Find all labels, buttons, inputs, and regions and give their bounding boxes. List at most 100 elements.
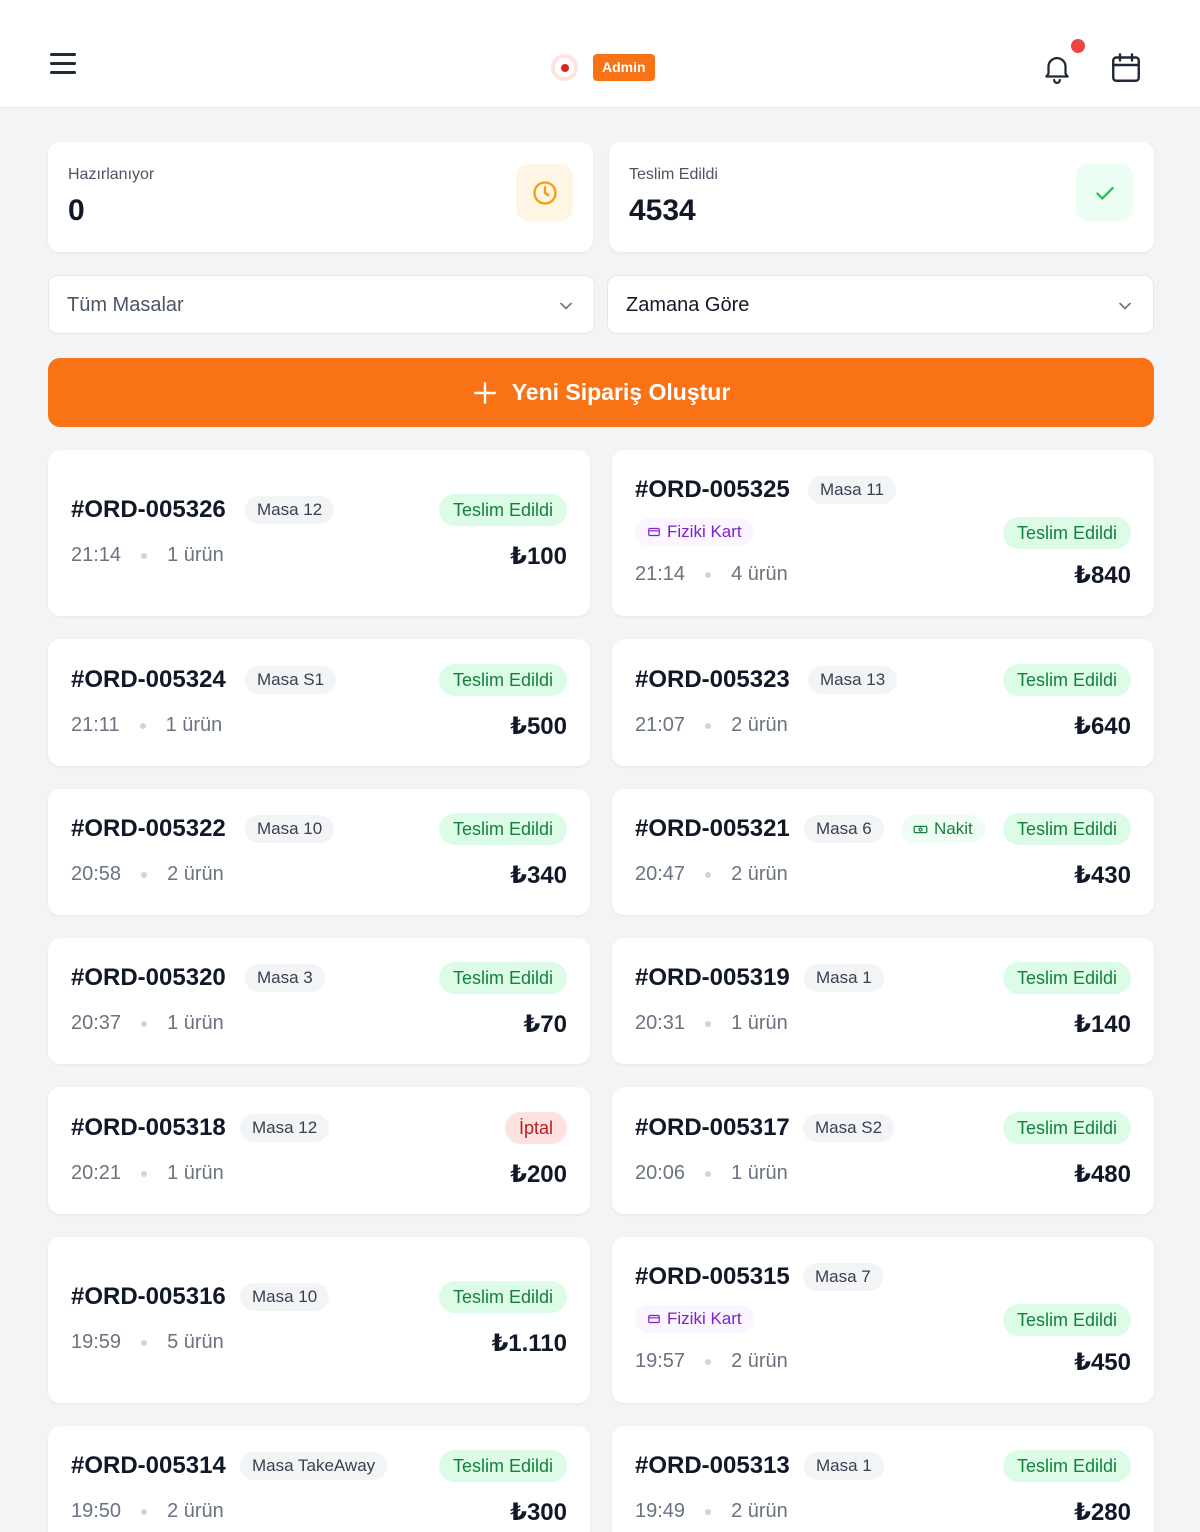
order-total: ₺430 <box>1074 862 1131 889</box>
status-badge: Teslim Edildi <box>1002 813 1131 845</box>
table-badge: Masa 3 <box>245 964 325 992</box>
order-meta: 21:14 4 ürün <box>635 563 788 586</box>
order-meta: 20:47 2 ürün <box>635 863 788 886</box>
status-badge: Teslim Edildi <box>1002 517 1131 549</box>
table-filter-value: Tüm Masalar <box>67 294 184 316</box>
order-meta: 20:06 1 ürün <box>635 1162 788 1185</box>
table-filter-select[interactable]: Tüm Masalar <box>48 275 595 334</box>
order-card[interactable]: #ORD-005325 Masa 11 Fiziki Kart Teslim Edil… <box>612 450 1154 616</box>
admin-badge: Admin <box>593 54 655 81</box>
order-total: ₺100 <box>510 543 567 570</box>
order-id: #ORD-005320 <box>71 964 226 991</box>
separator-dot <box>139 722 146 729</box>
credit-card-icon <box>647 525 661 539</box>
create-order-button[interactable]: Yeni Sipariş Oluştur <box>48 358 1154 427</box>
order-total: ₺280 <box>1074 1499 1131 1526</box>
order-time: 20:21 <box>71 1162 122 1184</box>
order-card[interactable]: #ORD-005315 Masa 7 Fiziki Kart Teslim Edild… <box>612 1237 1154 1403</box>
order-meta: 19:57 2 ürün <box>635 1350 788 1373</box>
item-count: 2 ürün <box>731 1350 788 1372</box>
stat-value: 4534 <box>629 194 696 227</box>
order-card[interactable]: #ORD-005318 Masa 12 İptal 20:21 1 ürün ₺200 <box>48 1087 590 1214</box>
table-badge: Masa 1 <box>804 964 884 992</box>
order-total: ₺640 <box>1074 713 1131 740</box>
payment-badge: Fiziki Kart <box>635 1305 754 1333</box>
status-badge: Teslim Edildi <box>438 1450 567 1482</box>
separator-dot <box>705 1358 712 1365</box>
order-card[interactable]: #ORD-005326 Masa 12 Teslim Edildi 21:14 1 ür… <box>48 450 590 616</box>
order-total: ₺500 <box>510 713 567 740</box>
order-card[interactable]: #ORD-005317 Masa S2 Teslim Edildi 20:06 1 ür… <box>612 1087 1154 1214</box>
separator-dot <box>705 1508 712 1515</box>
order-id: #ORD-005317 <box>635 1114 790 1141</box>
order-total: ₺480 <box>1074 1161 1131 1188</box>
separator-dot <box>141 1508 148 1515</box>
order-meta: 21:07 2 ürün <box>635 714 788 737</box>
order-id: #ORD-005318 <box>71 1114 226 1141</box>
item-count: 1 ürün <box>731 1162 788 1184</box>
order-meta: 20:21 1 ürün <box>71 1162 224 1185</box>
credit-card-icon <box>647 1312 661 1326</box>
separator-dot <box>141 1339 148 1346</box>
stat-card-preparing: Hazırlanıyor 0 <box>48 142 593 252</box>
payment-label: Fiziki Kart <box>667 1309 742 1328</box>
order-id: #ORD-005323 <box>635 666 790 693</box>
separator-dot <box>705 1170 712 1177</box>
status-badge: Teslim Edildi <box>1002 1304 1131 1336</box>
order-time: 20:47 <box>635 863 686 885</box>
order-card[interactable]: #ORD-005323 Masa 13 Teslim Edildi 21:07 2 ür… <box>612 639 1154 766</box>
order-time: 20:06 <box>635 1162 686 1184</box>
separator-dot <box>705 722 712 729</box>
item-count: 1 ürün <box>165 714 223 736</box>
plus-icon <box>473 381 496 404</box>
hamburger-menu-icon[interactable] <box>50 53 80 81</box>
chevron-down-icon <box>1119 302 1131 310</box>
status-badge: Teslim Edildi <box>438 664 567 696</box>
order-card[interactable]: #ORD-005322 Masa 10 Teslim Edildi 20:58 2 ür… <box>48 789 590 915</box>
order-id: #ORD-005319 <box>635 964 790 991</box>
top-bar: Admin <box>0 0 1200 108</box>
order-total: ₺200 <box>510 1161 567 1188</box>
order-card[interactable]: #ORD-005319 Masa 1 Teslim Edildi 20:31 1 ürü… <box>612 938 1154 1064</box>
payment-badge: Fiziki Kart <box>635 518 754 546</box>
order-id: #ORD-005325 <box>635 476 790 503</box>
order-id: #ORD-005314 <box>71 1452 226 1479</box>
order-meta: 19:49 2 ürün <box>635 1500 788 1523</box>
bell-icon[interactable] <box>1040 50 1074 86</box>
order-meta: 21:14 1 ürün <box>71 544 224 567</box>
order-card[interactable]: #ORD-005316 Masa 10 Teslim Edildi 19:59 5 ür… <box>48 1237 590 1403</box>
order-card[interactable]: #ORD-005314 Masa TakeAway Teslim Edildi 19:… <box>48 1426 590 1532</box>
calendar-icon[interactable] <box>1108 50 1144 86</box>
table-badge: Masa S2 <box>803 1114 895 1142</box>
order-card[interactable]: #ORD-005324 Masa S1 Teslim Edildi 21:11 1 ür… <box>48 639 590 766</box>
order-card[interactable]: #ORD-005321 Masa 6 Nakit Teslim Edildi 20:47… <box>612 789 1154 915</box>
notification-dot <box>1071 39 1085 53</box>
order-time: 20:37 <box>71 1012 122 1034</box>
separator-dot <box>705 871 712 878</box>
order-meta: 21:11 1 ürün <box>71 714 222 737</box>
item-count: 1 ürün <box>167 1012 224 1034</box>
payment-label: Nakit <box>934 819 973 838</box>
status-badge: Teslim Edildi <box>1002 1450 1131 1482</box>
order-time: 20:31 <box>635 1012 686 1034</box>
stat-label: Teslim Edildi <box>629 166 718 183</box>
order-total: ₺1.110 <box>491 1330 567 1357</box>
table-badge: Masa 10 <box>245 815 335 843</box>
order-id: #ORD-005316 <box>71 1283 226 1310</box>
table-badge: Masa 10 <box>240 1283 330 1311</box>
order-time: 19:49 <box>635 1500 686 1522</box>
payment-label: Fiziki Kart <box>667 522 742 541</box>
separator-dot <box>141 1020 148 1027</box>
order-id: #ORD-005315 <box>635 1263 790 1290</box>
table-badge: Masa 6 <box>804 815 884 843</box>
stat-label: Hazırlanıyor <box>68 166 155 183</box>
order-card[interactable]: #ORD-005313 Masa 1 Teslim Edildi 19:49 2 ürü… <box>612 1426 1154 1532</box>
order-card[interactable]: #ORD-005320 Masa 3 Teslim Edildi 20:37 1 ürü… <box>48 938 590 1064</box>
status-badge: Teslim Edildi <box>438 962 567 994</box>
order-time: 21:14 <box>71 544 122 566</box>
order-time: 21:11 <box>71 714 120 736</box>
item-count: 2 ürün <box>731 863 788 885</box>
sort-select[interactable]: Zamana Göre <box>607 275 1154 334</box>
payment-badge: Nakit <box>901 815 985 843</box>
order-meta: 20:37 1 ürün <box>71 1012 224 1035</box>
